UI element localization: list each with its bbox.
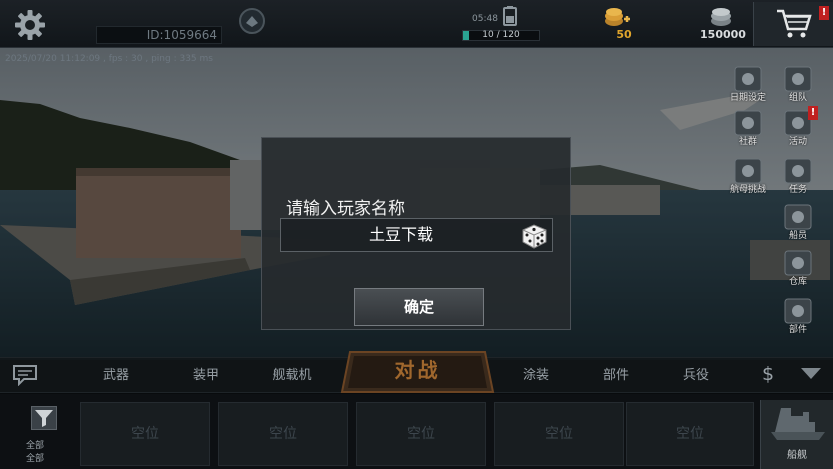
side-menu-alert-badge: ! [808, 106, 818, 120]
side-menu-item[interactable]: 船员 [776, 200, 820, 242]
ship-label: 船舰 [787, 450, 807, 461]
side-menu-label: 部件 [788, 325, 807, 335]
silver-coins-icon[interactable] [708, 6, 734, 28]
clock-time: 05:48 [472, 14, 498, 24]
empty-slot[interactable]: 空位 [626, 402, 754, 466]
filter-label-1: 全部 [26, 441, 45, 451]
settings-gear-icon[interactable] [14, 9, 46, 41]
parts-icon [784, 298, 812, 324]
side-menu-item[interactable]: 活动! [776, 106, 820, 148]
warship-icon [771, 408, 825, 440]
ship-button[interactable]: 船舰 [760, 400, 833, 469]
clock-icon [734, 66, 762, 92]
side-menu-label: 组队 [788, 93, 807, 103]
side-menu-label: 仓库 [788, 277, 807, 287]
dialog-title: 请输入玩家名称 [286, 199, 405, 219]
tab-parts[interactable]: 部件 [590, 358, 642, 394]
side-menu-item[interactable]: 航母挑战 [726, 154, 770, 196]
player-name-input[interactable] [281, 219, 521, 251]
community-icon [734, 110, 762, 136]
side-menu-item[interactable]: 组队 [776, 62, 820, 104]
empty-slot[interactable]: 空位 [494, 402, 624, 466]
mission-icon [784, 158, 812, 184]
random-dice-icon[interactable] [520, 222, 548, 249]
rank-emblem-icon[interactable] [238, 7, 266, 35]
energy-text: 10 / 120 [482, 30, 520, 40]
shopping-cart-icon [776, 9, 812, 38]
gold-add-icon[interactable] [603, 6, 631, 28]
side-menu-label: 活动 [788, 137, 807, 147]
empty-slot[interactable]: 空位 [218, 402, 348, 466]
battery-icon [503, 6, 517, 26]
side-menu-label: 社群 [738, 137, 757, 147]
gold-amount: 50 [616, 28, 632, 41]
carrier-icon [734, 158, 762, 184]
side-menu-label: 航母挑战 [729, 185, 766, 195]
cart-alert-badge: ! [819, 6, 829, 20]
side-menu-label: 任务 [788, 185, 807, 195]
side-menu-item[interactable]: 日期设定 [726, 62, 770, 104]
crew-icon [784, 204, 812, 230]
tab-aircraft[interactable]: 舰载机 [264, 358, 320, 394]
battle-button[interactable]: 对战 [340, 350, 495, 396]
tab-crew[interactable]: 兵役 [670, 358, 722, 394]
filter-button[interactable] [31, 406, 57, 430]
energy-bar: 10 / 120 [462, 30, 540, 41]
name-input-dialog: 请输入玩家名称 确定 [261, 137, 571, 330]
chevron-down-icon[interactable] [800, 366, 822, 380]
warehouse-icon [784, 250, 812, 276]
side-menu-item[interactable]: 社群 [726, 106, 770, 148]
filter-label-2: 全部 [26, 454, 45, 464]
empty-slot[interactable]: 空位 [356, 402, 486, 466]
player-id-label: ID:1059664 [96, 26, 222, 44]
player-name-field[interactable] [280, 218, 553, 252]
tab-paint[interactable]: 涂装 [510, 358, 562, 394]
flag-icon [784, 66, 812, 92]
side-menu-item[interactable]: 仓库 [776, 246, 820, 288]
chat-icon[interactable] [12, 364, 38, 386]
tab-weapons[interactable]: 武器 [90, 358, 142, 394]
side-menu-item[interactable]: 部件 [776, 294, 820, 336]
silver-amount: 150000 [700, 28, 746, 41]
debug-status-line: 2025/07/20 11:12:09 , fps : 30 , ping : … [5, 54, 213, 64]
side-menu-label: 日期设定 [729, 93, 766, 103]
side-menu-item[interactable]: 任务 [776, 154, 820, 196]
game-screen: ID:1059664 05:48 10 / 120 50 150000 ! 20… [0, 0, 833, 469]
battle-label: 对战 [394, 358, 441, 382]
funnel-icon [35, 410, 53, 427]
shop-cart-button[interactable]: ! [753, 2, 833, 46]
confirm-button[interactable]: 确定 [354, 288, 484, 326]
empty-slot[interactable]: 空位 [80, 402, 210, 466]
side-menu-label: 船员 [788, 231, 807, 241]
currency-tab[interactable]: $ [757, 361, 779, 387]
tab-armor[interactable]: 装甲 [180, 358, 232, 394]
